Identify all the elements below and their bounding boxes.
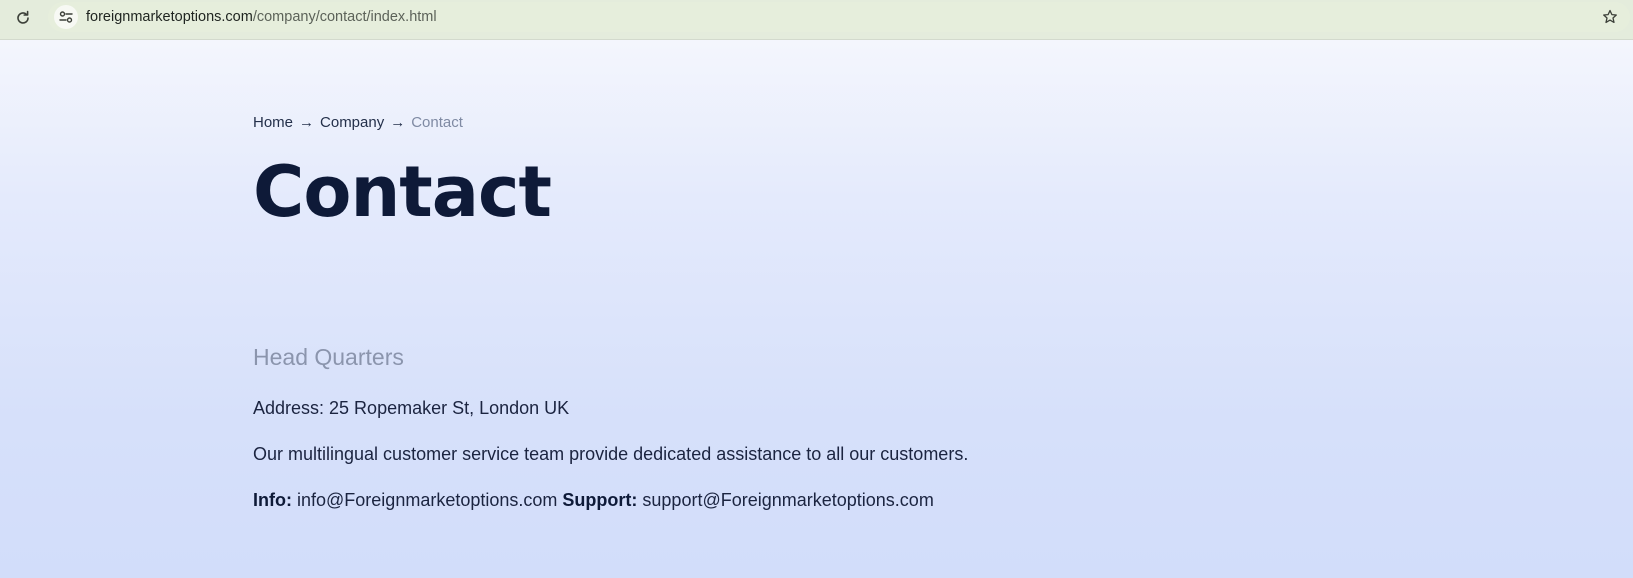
contact-emails: Info: info@Foreignmarketoptions.com Supp… (253, 490, 934, 511)
breadcrumb-company[interactable]: Company (320, 114, 384, 131)
breadcrumb-home[interactable]: Home (253, 114, 293, 131)
main-content: Home → Company → Contact Contact Head Quarte… (253, 112, 1353, 510)
url-path: /company/contact/index.html (252, 9, 437, 25)
description-text: Our multilingual customer service team p… (253, 444, 969, 464)
breadcrumb: Home → Company → Contact (253, 112, 1353, 134)
headquarters-heading: Head Quarters (253, 344, 404, 370)
info-email[interactable]: info@Foreignmarketoptions.com (297, 490, 557, 510)
support-email[interactable]: support@Foreignmarketoptions.com (642, 490, 933, 510)
breadcrumb-separator: → (390, 114, 406, 131)
info-label: Info: (253, 490, 292, 510)
address-text: Address: 25 Ropemaker St, London UK (253, 398, 570, 418)
breadcrumb-separator: → (299, 114, 315, 131)
url-host: foreignmarketoptions.com (86, 9, 253, 25)
browser-toolbar: foreignmarketoptions.com/company/contact… (0, 0, 1633, 40)
url-text[interactable]: foreignmarketoptions.com/company/contact… (86, 9, 437, 25)
star-icon[interactable] (1600, 7, 1620, 27)
tune-icon[interactable] (54, 5, 78, 29)
breadcrumb-current: Contact (411, 114, 463, 131)
address-bar[interactable]: foreignmarketoptions.com/company/contact… (48, 2, 1630, 32)
support-label: Support: (562, 490, 638, 510)
page-title: Contact (253, 151, 552, 233)
reload-icon[interactable] (12, 7, 34, 29)
